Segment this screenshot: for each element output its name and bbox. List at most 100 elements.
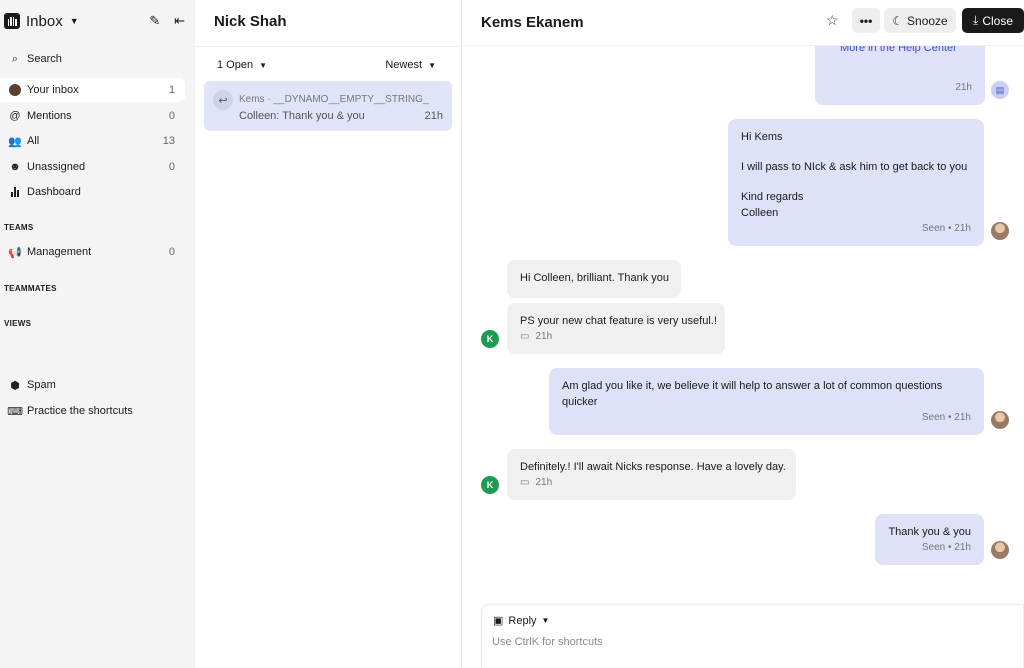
sidebar-item-all[interactable]: 👥 All 13 (0, 129, 185, 153)
sidebar-item-label: All (27, 135, 40, 147)
message-bubble-incoming: Definitely.! I'll await Nicks response. … (507, 449, 796, 500)
message-text: quicker (562, 396, 598, 408)
sidebar-item-label: Dashboard (27, 186, 81, 198)
message-text: Hi Colleen, brilliant. Thank you (520, 272, 669, 284)
sidebar-item-management[interactable]: 📢 Management 0 (0, 240, 185, 264)
composer-placeholder[interactable]: Use CtrlK for shortcuts (492, 636, 603, 648)
conversation-participants: Kems · __DYNAMO__EMPTY__STRING__ (239, 94, 429, 105)
status-filter-dropdown[interactable]: 1 Open ▼ (217, 59, 267, 71)
snooze-label: Snooze (907, 13, 948, 28)
sidebar-item-label: Unassigned (27, 161, 86, 173)
app-logo-icon (4, 13, 20, 29)
message-text: Am glad you like it, we believe it will … (562, 380, 943, 392)
collapse-sidebar-icon[interactable]: ⇤ (174, 13, 185, 29)
count-badge: 13 (162, 135, 175, 147)
snooze-button[interactable]: ☾ Snooze (884, 8, 956, 33)
message-bubble-outgoing: Hi Kems I will pass to NIck & ask him to… (728, 119, 984, 246)
reply-composer[interactable]: ▣ Reply ▼ Use CtrlK for shortcuts (481, 604, 1024, 668)
avatar (9, 84, 21, 96)
conversation-preview: Colleen: Thank you & you (239, 110, 365, 122)
section-label-views[interactable]: VIEWS (4, 319, 31, 328)
reply-icon: ↩ (213, 90, 233, 110)
more-options-button[interactable]: ••• (852, 8, 880, 33)
chevron-down-icon: ▼ (259, 61, 268, 70)
count-badge: 1 (168, 84, 175, 96)
message-bubble-incoming: Hi Colleen, brilliant. Thank you (507, 260, 681, 298)
message-text: Definitely.! I'll await Nicks response. … (520, 461, 786, 473)
conversation-item[interactable]: ↩ Kems · __DYNAMO__EMPTY__STRING__ Colle… (204, 81, 452, 131)
moon-icon: ☾ (892, 13, 904, 28)
sidebar-item-label: Management (27, 246, 92, 258)
keyboard-icon: ⌨ (7, 405, 23, 418)
people-icon: 👥 (8, 135, 22, 148)
message-meta: 21h (535, 331, 553, 342)
sidebar-item-unassigned[interactable]: ☻ Unassigned 0 (0, 155, 185, 179)
avatar (991, 541, 1009, 559)
alert-icon: ⬢ (10, 379, 20, 392)
sort-dropdown[interactable]: Newest ▼ (385, 59, 436, 71)
sidebar-item-spam[interactable]: ⬢ Spam (0, 373, 185, 397)
sidebar-item-mentions[interactable]: @ Mentions 0 (0, 104, 185, 128)
message-text: Kind regards (741, 191, 804, 203)
avatar (991, 411, 1009, 429)
message-bubble-outgoing: Thank you & you Seen • 21h (875, 514, 984, 565)
at-icon: @ (9, 110, 21, 122)
unassigned-icon: ☻ (9, 161, 21, 173)
message-meta: 21h (955, 82, 972, 93)
message-meta: Seen • 21h (921, 542, 971, 553)
avatar: K (481, 476, 499, 494)
avatar: K (481, 330, 499, 348)
sidebar-item-label: Your inbox (27, 84, 79, 96)
avatar (991, 222, 1009, 240)
chat-source-icon: ▭ (520, 331, 530, 342)
bar-chart-icon (8, 187, 22, 197)
conversation-panel: More in the Help Center 21h ▤ Hi Kems I … (462, 0, 1024, 668)
message-meta: Seen • 21h (921, 412, 971, 423)
sidebar-item-dashboard[interactable]: Dashboard (0, 180, 185, 204)
conversation-time: 21h (424, 110, 443, 122)
message-bubble-outgoing: Am glad you like it, we believe it will … (549, 368, 984, 435)
message-text: Colleen (741, 207, 779, 219)
bot-avatar-icon: ▤ (991, 81, 1009, 99)
message-text: I will pass to NIck & ask him to get bac… (741, 161, 968, 173)
sidebar-item-label: Mentions (27, 110, 72, 122)
status-filter-label: 1 Open (217, 59, 254, 71)
close-conversation-icon: ⤓ (973, 13, 979, 27)
sidebar-header: Inbox ▼ ✎ ⇤ (4, 10, 185, 32)
sidebar-item-label: Practice the shortcuts (27, 405, 133, 417)
message-meta: Seen • 21h (921, 223, 971, 234)
sidebar-item-label: Search (27, 53, 62, 65)
conversation-list-panel: Nick Shah 1 Open ▼ Newest ▼ ↩ Kems · __D… (195, 0, 462, 668)
sort-label: Newest (385, 59, 423, 71)
sidebar-item-search[interactable]: ⌕ Search (0, 47, 185, 71)
inbox-switcher[interactable]: Inbox (26, 13, 63, 30)
ellipsis-icon: ••• (859, 13, 873, 28)
divider (195, 46, 461, 47)
sidebar: Inbox ▼ ✎ ⇤ ⌕ Search Your inbox 1 @ Ment… (0, 0, 195, 668)
message-bubble-incoming: PS your new chat feature is very useful.… (507, 303, 725, 354)
compose-icon[interactable]: ✎ (149, 13, 160, 29)
message-text: Hi Kems (741, 131, 783, 143)
sidebar-item-label: Spam (27, 379, 56, 391)
sidebar-item-your-inbox[interactable]: Your inbox 1 (0, 78, 185, 102)
reply-mode-dropdown[interactable]: ▣ Reply ▼ (493, 614, 549, 628)
count-badge: 0 (168, 246, 175, 258)
chevron-down-icon[interactable]: ▼ (70, 16, 79, 26)
chevron-down-icon: ▼ (428, 61, 436, 70)
close-button[interactable]: ⤓ Close (962, 8, 1024, 33)
close-label: Close (982, 13, 1013, 28)
count-badge: 0 (168, 110, 175, 122)
conversation-title: Kems Ekanem (481, 14, 584, 31)
list-title: Nick Shah (214, 13, 287, 30)
conversation-header: Kems Ekanem ☆ ••• ☾ Snooze ⤓ Close (462, 0, 1024, 46)
chat-source-icon: ▭ (520, 477, 530, 488)
section-label-teams: TEAMS (4, 223, 34, 232)
megaphone-icon: 📢 (8, 246, 22, 259)
section-label-teammates[interactable]: TEAMMATES (4, 284, 57, 293)
sidebar-item-shortcuts[interactable]: ⌨ Practice the shortcuts (0, 399, 185, 423)
message-text: Thank you & you (888, 526, 971, 538)
search-icon: ⌕ (11, 52, 19, 65)
star-icon[interactable]: ☆ (826, 12, 839, 29)
count-badge: 0 (168, 161, 175, 173)
reply-mode-label: Reply (508, 614, 537, 627)
